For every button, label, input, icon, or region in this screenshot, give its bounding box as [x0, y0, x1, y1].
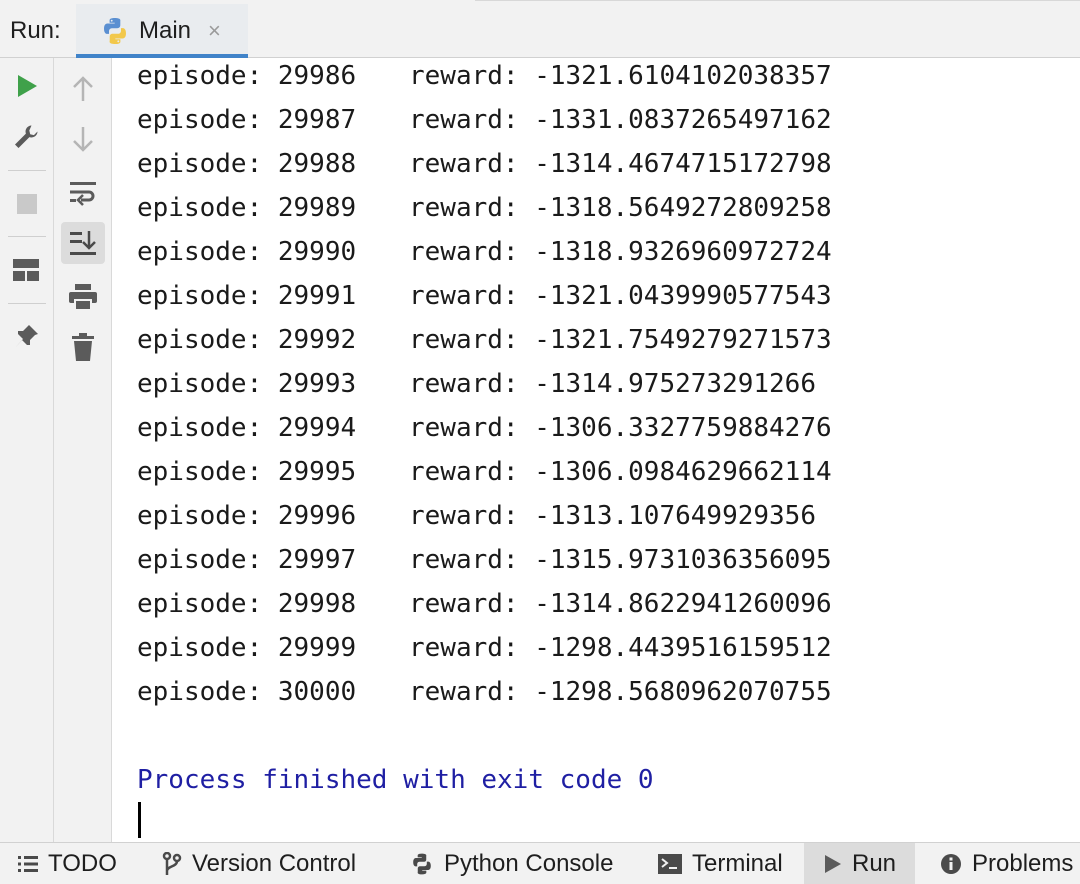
- episode-text: episode: 29993: [137, 369, 357, 399]
- reward-text: reward: -1314.8622941260096: [409, 589, 832, 619]
- run-icon: [825, 855, 841, 873]
- version-control-tab-label: Version Control: [192, 850, 357, 877]
- pin-tab-button[interactable]: [9, 320, 43, 354]
- stop-icon: [17, 194, 37, 214]
- episode-text: episode: 29991: [137, 281, 357, 311]
- run-label: Run:: [10, 17, 61, 44]
- run-tab[interactable]: Run: [804, 843, 915, 884]
- episode-text: episode: 29989: [137, 193, 357, 223]
- python-icon: [104, 18, 126, 44]
- problems-tab[interactable]: Problems: [940, 843, 1073, 884]
- wrench-icon: [15, 125, 38, 148]
- terminal-icon: [658, 854, 682, 874]
- episode-text: episode: 29998: [137, 589, 357, 619]
- todo-tab[interactable]: TODO: [18, 843, 117, 884]
- trash-icon: [72, 333, 94, 361]
- episode-text: episode: 30000: [137, 677, 357, 707]
- arrow-down-icon: [73, 127, 93, 152]
- reward-text: reward: -1314.4674715172798: [409, 149, 832, 179]
- episode-text: episode: 29987: [137, 105, 357, 135]
- soft-wrap-icon: [70, 182, 96, 206]
- reward-text: reward: -1321.6104102038357: [409, 61, 832, 91]
- todo-tab-label: TODO: [48, 850, 117, 877]
- problems-tab-label: Problems: [972, 850, 1074, 877]
- toolbar-separator: [8, 303, 46, 304]
- reward-text: reward: -1318.9326960972724: [409, 237, 832, 267]
- episode-text: episode: 29995: [137, 457, 357, 487]
- episode-text: episode: 29986: [137, 61, 357, 91]
- reward-text: reward: -1313.107649929356: [409, 501, 816, 531]
- scroll-to-end-icon: [70, 231, 96, 255]
- bottom-tool-window-bar: TODO Version Control Python Console Term…: [0, 842, 1080, 884]
- reward-text: reward: -1314.975273291266: [409, 369, 816, 399]
- print-icon: [69, 284, 97, 310]
- rerun-button[interactable]: [11, 70, 43, 102]
- console-actions-toolbar: [54, 58, 112, 842]
- episode-text: episode: 29996: [137, 501, 357, 531]
- episode-text: episode: 29997: [137, 545, 357, 575]
- run-tab-label: Run: [852, 850, 897, 877]
- episode-text: episode: 29988: [137, 149, 357, 179]
- restore-layout-button[interactable]: [9, 253, 43, 287]
- pin-icon: [15, 325, 38, 348]
- list-icon: [18, 856, 38, 872]
- tab-main-label: Main: [139, 17, 192, 44]
- print-button[interactable]: [66, 280, 100, 314]
- branch-icon: [162, 852, 182, 875]
- reward-text: reward: -1315.9731036356095: [409, 545, 832, 575]
- episode-text: episode: 29994: [137, 413, 357, 443]
- toolbar-separator: [8, 170, 46, 171]
- reward-text: reward: -1298.5680962070755: [409, 677, 832, 707]
- edit-configuration-button[interactable]: [9, 120, 43, 154]
- console-output[interactable]: episode: 29986 reward: -1321.610410203835…: [112, 58, 1080, 842]
- python-console-icon: [413, 853, 431, 875]
- clear-all-button[interactable]: [66, 330, 100, 364]
- layout-icon: [13, 259, 39, 281]
- close-icon[interactable]: ×: [208, 20, 221, 42]
- python-console-tab-label: Python Console: [444, 850, 614, 877]
- reward-text: reward: -1321.7549279271573: [409, 325, 832, 355]
- tab-main[interactable]: Main ×: [76, 4, 248, 58]
- reward-text: reward: -1331.0837265497162: [409, 105, 832, 135]
- episode-text: episode: 29990: [137, 237, 357, 267]
- reward-text: reward: -1318.5649272809258: [409, 193, 832, 223]
- reward-text: reward: -1306.0984629662114: [409, 457, 832, 487]
- reward-text: reward: -1306.3327759884276: [409, 413, 832, 443]
- soft-wrap-button[interactable]: [66, 176, 100, 210]
- terminal-tab[interactable]: Terminal: [658, 843, 783, 884]
- text-caret: [138, 802, 141, 838]
- toolbar-separator: [8, 236, 46, 237]
- version-control-tab[interactable]: Version Control: [162, 843, 356, 884]
- python-console-tab[interactable]: Python Console: [410, 843, 613, 884]
- scroll-to-end-button[interactable]: [61, 222, 105, 264]
- reward-text: reward: -1321.0439990577543: [409, 281, 832, 311]
- episode-text: episode: 29999: [137, 633, 357, 663]
- episode-text: episode: 29992: [137, 325, 357, 355]
- next-occurrence-button[interactable]: [66, 122, 100, 156]
- info-icon: [941, 854, 961, 874]
- arrow-up-icon: [73, 76, 93, 101]
- run-tool-window-header: Run: Main ×: [0, 0, 1080, 58]
- terminal-tab-label: Terminal: [692, 850, 783, 877]
- run-icon: [18, 75, 37, 97]
- reward-text: reward: -1298.4439516159512: [409, 633, 832, 663]
- process-finished-message: Process finished with exit code 0: [137, 765, 654, 795]
- header-divider: [475, 0, 1080, 4]
- stop-button[interactable]: [11, 188, 43, 220]
- previous-occurrence-button[interactable]: [66, 72, 100, 106]
- run-actions-toolbar: [0, 58, 54, 842]
